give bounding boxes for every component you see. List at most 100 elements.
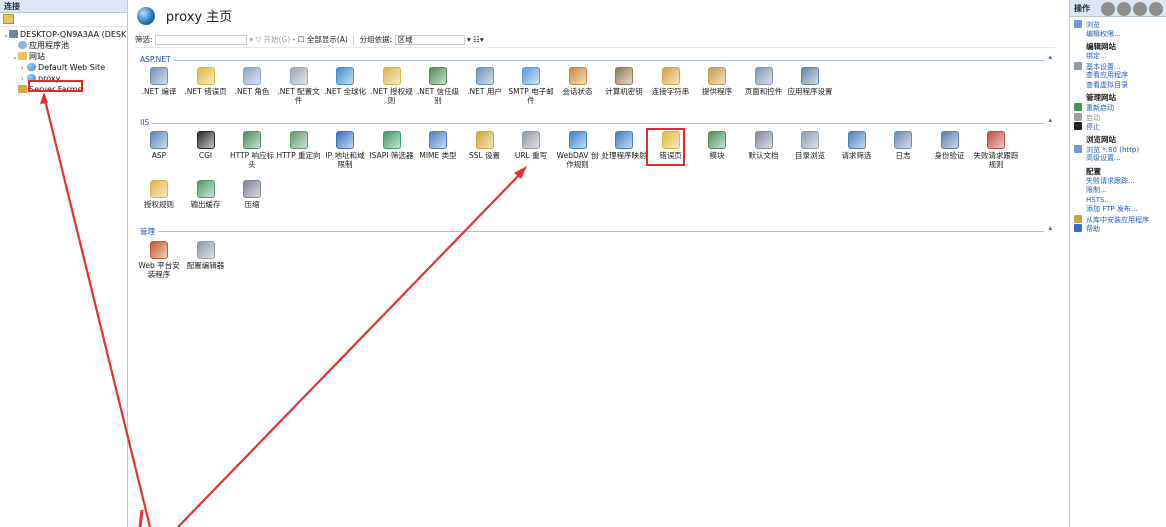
feature-item[interactable]: 失败请求跟踪规则 <box>973 131 1019 169</box>
window-circle-icon[interactable] <box>1149 2 1163 16</box>
feature-label: MIME 类型 <box>419 151 457 160</box>
action-link[interactable]: 绑定... <box>1070 52 1166 62</box>
feature-item[interactable]: .NET 授权规则 <box>369 67 415 105</box>
feature-item[interactable]: 页面和控件 <box>741 67 787 96</box>
help-circle-icon[interactable] <box>1101 2 1115 16</box>
feature-item[interactable]: 压缩 <box>229 180 275 209</box>
view-toggle-button[interactable]: ▾ ☷▾ <box>467 35 484 44</box>
feature-label: SMTP 电子邮件 <box>508 87 554 105</box>
globe-icon <box>137 6 155 25</box>
action-link[interactable]: 编辑权限... <box>1070 30 1166 40</box>
toolbar-separator <box>353 35 355 45</box>
group-by-select[interactable]: 区域 <box>394 35 465 45</box>
feature-item[interactable]: .NET 角色 <box>229 67 275 96</box>
actions-title: 操作 <box>1074 4 1090 13</box>
tree-node[interactable]: ⌄ DESKTOP-QN9A3AA (DESK <box>0 29 127 40</box>
feature-item[interactable]: .NET 信任级别 <box>415 67 461 105</box>
feature-item[interactable]: SMTP 电子邮件 <box>508 67 554 105</box>
action-link[interactable]: 基本设置... <box>1070 61 1166 72</box>
minus-circle-icon[interactable] <box>1133 2 1147 16</box>
share-circle-icon[interactable] <box>1117 2 1131 16</box>
collapse-caret-icon[interactable]: ▴ <box>1048 53 1052 61</box>
feature-item[interactable]: ASP <box>136 131 182 160</box>
sites-folder-icon <box>18 52 27 60</box>
feature-item[interactable]: 输出缓存 <box>183 180 229 209</box>
collapse-caret-icon[interactable]: ▴ <box>1048 224 1052 232</box>
feature-item[interactable]: HTTP 重定向 <box>276 131 322 160</box>
feature-item[interactable]: .NET 错误页 <box>183 67 229 96</box>
feature-item[interactable]: HTTP 响应标头 <box>229 131 275 169</box>
feature-item[interactable]: Web 平台安装程序 <box>136 241 182 279</box>
tree-node-label: Default Web Site <box>38 63 106 72</box>
show-all-button[interactable]: - ☐ 全部显示(A) <box>293 35 348 44</box>
section-header[interactable]: 管理 ▴ <box>140 224 1052 236</box>
feature-item[interactable]: 默认文档 <box>741 131 787 160</box>
feature-item[interactable]: 处理程序映射 <box>601 131 647 160</box>
feature-item[interactable]: .NET 全球化 <box>322 67 368 96</box>
feature-item[interactable]: 身份验证 <box>927 131 973 160</box>
feature-item[interactable]: 请求筛选 <box>834 131 880 160</box>
feature-item[interactable]: .NET 编译 <box>136 67 182 96</box>
feature-icon <box>615 67 633 85</box>
feature-item[interactable]: 模块 <box>694 131 740 160</box>
feature-label: 计算机密钥 <box>605 87 643 96</box>
feature-item[interactable]: .NET 用户 <box>462 67 508 96</box>
action-link[interactable]: 重新启动 <box>1070 103 1166 113</box>
feature-label: HTTP 重定向 <box>276 151 321 160</box>
tree-node[interactable]: › Default Web Site <box>0 62 127 73</box>
feature-item[interactable]: 提供程序 <box>694 67 740 96</box>
globe-icon <box>27 63 36 71</box>
feature-item[interactable]: 应用程序设置 <box>787 67 833 96</box>
feature-item[interactable]: 配置编辑器 <box>183 241 229 270</box>
action-link[interactable]: HSTS... <box>1070 196 1166 206</box>
create-connection-icon[interactable] <box>3 14 14 24</box>
collapse-caret-icon[interactable]: ▴ <box>1048 116 1052 124</box>
action-link[interactable]: 查看应用程序 <box>1070 71 1166 81</box>
group-by-label: 分组依据: <box>359 35 393 44</box>
action-link[interactable]: 帮助 <box>1070 224 1166 234</box>
action-link[interactable]: 添加 FTP 发布... <box>1070 205 1166 215</box>
go-button[interactable]: ▾ ▽ 开始(G) <box>249 35 290 44</box>
feature-item[interactable]: 连接字符串 <box>648 67 694 96</box>
feature-item[interactable]: 授权规则 <box>136 180 182 209</box>
feature-icon <box>429 131 447 149</box>
section-header[interactable]: ASP.NET ▴ <box>140 53 1052 65</box>
feature-item[interactable]: 计算机密钥 <box>601 67 647 96</box>
action-label: 编辑权限... <box>1086 29 1121 38</box>
filter-input[interactable] <box>154 35 247 45</box>
feature-item[interactable]: 目录浏览 <box>787 131 833 160</box>
action-link[interactable]: 失败请求跟踪... <box>1070 177 1166 187</box>
action-icon <box>1074 20 1082 28</box>
section-label: IIS <box>140 118 153 127</box>
tree-node[interactable]: ⌄ 网站 <box>0 51 127 62</box>
feature-label: 身份验证 <box>934 151 965 160</box>
feature-item[interactable]: IP 地址和域限制 <box>322 131 368 169</box>
feature-item[interactable]: CGI <box>183 131 229 160</box>
feature-item[interactable]: WebDAV 创作规则 <box>555 131 601 169</box>
action-link[interactable]: 限制... <box>1070 186 1166 196</box>
feature-item[interactable]: ISAPI 筛选器 <box>369 131 415 160</box>
action-label: 浏览网站 <box>1086 134 1116 144</box>
feature-item[interactable]: SSL 设置 <box>462 131 508 160</box>
section-header[interactable]: IIS ▴ <box>140 116 1052 128</box>
action-link[interactable]: 查看虚拟目录 <box>1070 81 1166 91</box>
page-header: proxy 主页 <box>129 0 1059 32</box>
section-divider <box>140 123 1044 124</box>
action-label: 浏览 *:80 (http) <box>1086 145 1140 154</box>
action-link[interactable]: 浏览 <box>1070 20 1166 30</box>
feature-icon <box>708 67 726 85</box>
action-label: 编辑网站 <box>1086 42 1116 51</box>
feature-item[interactable]: 会话状态 <box>555 67 601 96</box>
feature-item[interactable]: URL 重写 <box>508 131 554 160</box>
feature-item[interactable]: .NET 配置文件 <box>276 67 322 105</box>
action-link[interactable]: 浏览 *:80 (http) <box>1070 144 1166 155</box>
feature-item[interactable]: MIME 类型 <box>415 131 461 160</box>
tree-node[interactable]: 应用程序池 <box>0 40 127 51</box>
action-link[interactable]: 高级设置... <box>1070 154 1166 164</box>
action-link[interactable]: 停止 <box>1070 122 1166 132</box>
action-label: 失败请求跟踪... <box>1086 176 1135 185</box>
action-label: 绑定... <box>1086 52 1107 60</box>
feature-label: 失败请求跟踪规则 <box>973 151 1019 169</box>
action-link[interactable]: 从库中安装应用程序 <box>1070 214 1166 225</box>
feature-item[interactable]: 日志 <box>880 131 926 160</box>
